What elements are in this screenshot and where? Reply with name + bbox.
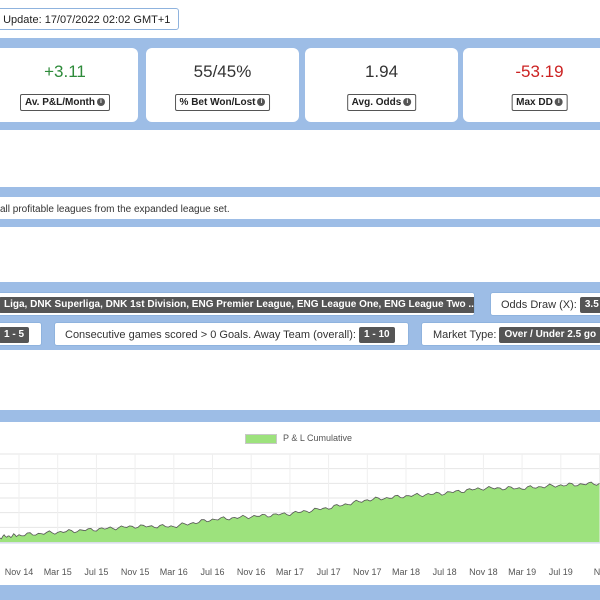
odds-draw-label: Odds Draw (X): <box>501 299 577 311</box>
info-icon[interactable]: i <box>257 98 266 107</box>
stat-value-avg-odds: 1.94 <box>364 62 399 81</box>
stat-value-max-dd: -53.19 <box>515 62 564 81</box>
info-icon[interactable]: i <box>403 98 412 107</box>
market-type-value-chip: Over / Under 2.5 go <box>499 327 600 344</box>
stat-value-bet-won-lost: 55/45% <box>193 62 252 81</box>
odds-draw-filter[interactable]: Odds Draw (X): 3.5 <box>490 292 600 316</box>
stat-label-av-pl-month[interactable]: Av. P&L/Month i <box>20 94 110 111</box>
last-update-text: t Update: 17/07/2022 02:02 GMT+1 <box>0 14 171 26</box>
chart-band-top <box>0 410 600 422</box>
info-icon[interactable]: i <box>554 98 563 107</box>
range-value-chip: 1 - 5 <box>0 327 30 344</box>
stat-label-max-dd[interactable]: Max DD i <box>511 94 568 111</box>
market-type-filter[interactable]: Market Type: Over / Under 2.5 go <box>421 322 600 346</box>
range-filter[interactable]: 1 - 5 <box>0 322 42 346</box>
consecutive-goals-filter[interactable]: Consecutive games scored > 0 Goals. Away… <box>54 322 409 346</box>
stat-card-max-dd: -53.19 Max DD i <box>463 48 600 122</box>
stat-label-bet-won-lost[interactable]: % Bet Won/Lost i <box>174 94 271 111</box>
info-icon[interactable]: i <box>97 98 105 107</box>
consecutive-goals-value-chip: 1 - 10 <box>359 327 395 344</box>
leagues-value-chip: Liga, DNK Superliga, DNK 1st Division, E… <box>0 297 474 314</box>
chart-legend[interactable]: P & L Cumulative <box>245 433 352 444</box>
note-band-top <box>0 187 600 197</box>
stat-card-av-pl-month: +3.11 Av. P&L/Month i <box>0 48 138 122</box>
odds-draw-value-chip: 3.5 <box>579 297 600 314</box>
last-update-box: t Update: 17/07/2022 02:02 GMT+1 <box>0 8 179 30</box>
chart-band-bottom <box>0 585 600 600</box>
stat-label-avg-odds[interactable]: Avg. Odds i <box>346 94 417 111</box>
chart-panel <box>0 422 600 585</box>
leagues-note: all profitable leagues from the expanded… <box>0 204 230 215</box>
legend-label: P & L Cumulative <box>283 433 353 443</box>
consecutive-goals-label: Consecutive games scored > 0 Goals. Away… <box>65 329 356 341</box>
note-band-bottom <box>0 219 600 227</box>
stat-card-bet-won-lost: 55/45% % Bet Won/Lost i <box>146 48 299 122</box>
stat-label-text: Av. P&L/Month <box>25 97 95 108</box>
stat-label-text: Avg. Odds <box>351 97 402 108</box>
stat-label-text: Max DD <box>516 97 553 108</box>
stat-card-avg-odds: 1.94 Avg. Odds i <box>305 48 458 122</box>
leagues-filter[interactable]: Liga, DNK Superliga, DNK 1st Division, E… <box>0 292 475 316</box>
legend-swatch <box>245 433 277 444</box>
market-type-label: Market Type: <box>433 329 497 341</box>
stat-value-av-pl-month: +3.11 <box>44 62 86 81</box>
stat-label-text: % Bet Won/Lost <box>179 97 256 108</box>
